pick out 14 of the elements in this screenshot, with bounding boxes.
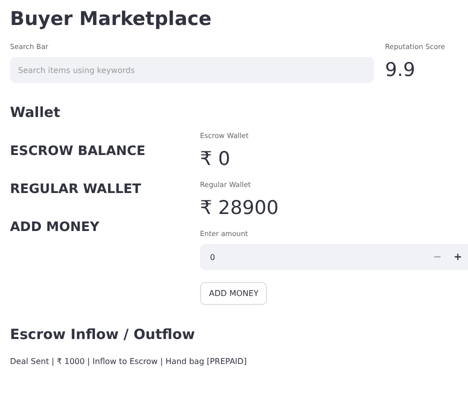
metric-value: ₹ 0 <box>200 147 232 172</box>
search-field[interactable]: Search items using keywords <box>10 57 374 83</box>
amount-field[interactable]: 0 − + <box>200 244 468 270</box>
flow-heading: Escrow Inflow / Outflow <box>10 326 196 345</box>
section-label: REGULAR WALLET <box>10 181 142 199</box>
increment-button[interactable]: + <box>448 252 468 262</box>
flow-entry: Deal Sent | ₹ 1000 | Inflow to Escrow | Hand bag [PREPAID] <box>10 357 248 366</box>
section-label: ESCROW BALANCE <box>10 143 146 161</box>
reputation-value: 9.9 <box>385 58 416 83</box>
add-money-button[interactable]: ADD MONEY <box>200 282 268 305</box>
metric-value: ₹ 28900 <box>200 196 280 221</box>
wallet-heading: Wallet <box>10 104 62 123</box>
section-label: ADD MONEY <box>10 219 100 237</box>
page-title: Buyer Marketplace <box>10 7 213 32</box>
